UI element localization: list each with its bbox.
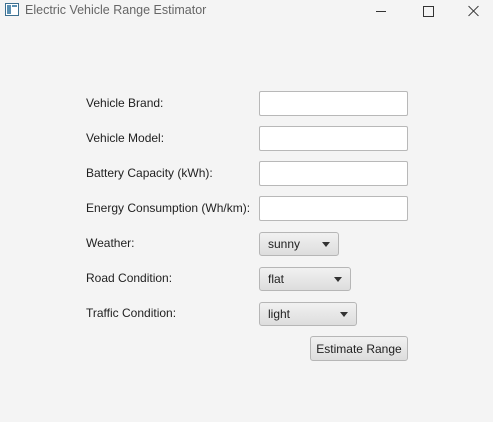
title-bar: Electric Vehicle Range Estimator [0,0,493,22]
maximize-icon [422,5,434,17]
vehicle-model-label: Vehicle Model: [86,131,165,145]
chevron-down-icon [322,242,330,247]
energy-consumption-label: Energy Consumption (Wh/km): [86,201,251,215]
estimate-range-button[interactable]: Estimate Range [310,336,408,361]
maximize-button[interactable] [405,0,451,22]
weather-selected-value: sunny [268,237,301,251]
chevron-down-icon [340,312,348,317]
chevron-down-icon [334,277,342,282]
window-title: Electric Vehicle Range Estimator [25,3,207,17]
road-condition-selected-value: flat [268,272,285,286]
traffic-condition-label: Traffic Condition: [86,306,177,320]
app-window-icon [5,3,19,16]
vehicle-brand-label: Vehicle Brand: [86,96,164,110]
energy-consumption-field[interactable] [259,196,408,221]
close-icon [468,5,480,17]
road-condition-label: Road Condition: [86,271,173,285]
close-button[interactable] [451,0,493,22]
traffic-condition-dropdown[interactable]: light [259,302,357,326]
battery-capacity-label: Battery Capacity (kWh): [86,166,213,180]
battery-capacity-field[interactable] [259,161,408,186]
vehicle-model-field[interactable] [259,126,408,151]
minimize-button[interactable] [358,0,404,22]
vehicle-brand-field[interactable] [259,91,408,116]
weather-label: Weather: [86,236,135,250]
traffic-condition-selected-value: light [268,307,291,321]
weather-dropdown[interactable]: sunny [259,232,339,256]
minimize-icon [376,10,386,12]
road-condition-dropdown[interactable]: flat [259,267,351,291]
